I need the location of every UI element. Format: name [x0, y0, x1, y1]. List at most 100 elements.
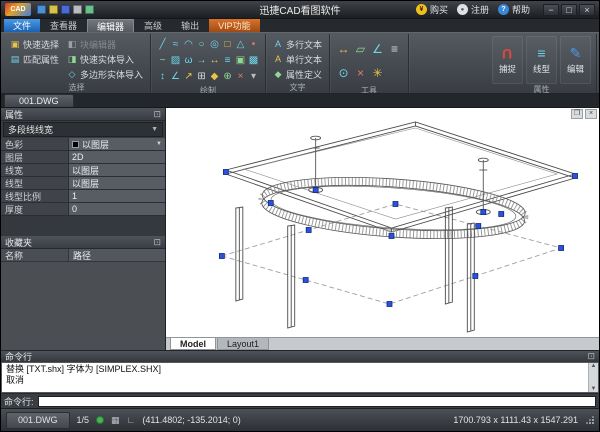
multiline-icon[interactable]: ≡	[221, 53, 234, 69]
quick-select-button[interactable]: ▣快速选择	[8, 37, 61, 51]
command-history-lines: 替换 [TXT.shx] 字体为 [SIMPLEX.SHX]取消	[2, 363, 588, 392]
tab-viewer[interactable]: 查看器	[41, 19, 86, 32]
register-button[interactable]: ● 注册	[457, 3, 489, 16]
entity-type-dropdown[interactable]: 多段线线宽 ▼	[3, 122, 163, 137]
tab-file[interactable]: 文件	[4, 19, 40, 32]
single-text-button[interactable]: A单行文本	[271, 52, 324, 66]
minimize-button[interactable]: −	[543, 4, 559, 16]
polygon-entity-import-button-label: 多边形实体导入	[80, 68, 143, 81]
leader-icon[interactable]: ↗	[182, 69, 195, 85]
measure-area-icon[interactable]: ▱	[352, 37, 369, 61]
point-icon[interactable]: •	[247, 37, 260, 53]
undo-icon[interactable]	[85, 5, 94, 14]
measure-distance-icon[interactable]: ↔	[335, 37, 352, 61]
mtext-icon: A	[273, 39, 283, 49]
property-row: 线宽以图层	[1, 164, 165, 177]
close-button[interactable]: ×	[579, 4, 595, 16]
maximize-button[interactable]: □	[561, 4, 577, 16]
close-doc-window-icon[interactable]: ×	[585, 109, 597, 119]
document-tab[interactable]: 001.DWG	[4, 94, 74, 107]
pin-icon[interactable]: ⊡	[153, 109, 161, 120]
attribute-define-button[interactable]: ◆属性定义	[271, 67, 324, 81]
wipeout-icon[interactable]: ▩	[247, 53, 260, 69]
property-value[interactable]: 以图层	[69, 177, 165, 189]
edit-button-label: 编辑	[567, 63, 584, 75]
construction-line-icon[interactable]: ↔	[208, 53, 221, 69]
resize-grip[interactable]	[586, 416, 594, 424]
measure-angle-icon[interactable]: ∠	[369, 37, 386, 61]
command-prompt-label: 命令行:	[4, 395, 34, 408]
edit-button[interactable]: ✎编辑	[560, 36, 591, 84]
dim-linear-icon[interactable]: ↕	[156, 69, 169, 85]
donut-icon[interactable]: ◎	[208, 37, 221, 53]
property-value[interactable]: 以图层	[69, 164, 165, 176]
new-icon[interactable]	[37, 5, 46, 14]
polygon-entity-import-button[interactable]: ◇多边形实体导入	[65, 67, 145, 81]
list-icon[interactable]: ≡	[386, 37, 403, 61]
property-value-text: 以图层	[72, 164, 99, 177]
block-icon[interactable]: ◆	[208, 69, 221, 85]
save-icon[interactable]	[61, 5, 70, 14]
buy-button[interactable]: ¥ 购买	[416, 3, 448, 16]
tab-editor[interactable]: 编辑器	[87, 19, 134, 32]
grid-toggle-icon[interactable]: ▦	[111, 415, 120, 426]
delete-icon[interactable]: ×	[352, 61, 369, 85]
id-point-icon[interactable]: ⊙	[335, 61, 352, 85]
arc-icon[interactable]: ◠	[182, 37, 195, 53]
quick-entity-import-button[interactable]: ◨快速实体导入	[65, 52, 145, 66]
property-value[interactable]: 0	[69, 203, 165, 215]
erase-icon[interactable]: ×	[234, 69, 247, 85]
mtext-button[interactable]: A多行文本	[271, 37, 324, 51]
tools-grid: ↔▱∠≡ ⊙×✳	[335, 35, 403, 85]
print-icon[interactable]	[73, 5, 82, 14]
statusbar-document-tab[interactable]: 001.DWG	[6, 412, 70, 429]
scroll-down-icon[interactable]: ▼	[591, 386, 597, 392]
revision-cloud-icon[interactable]: ω	[182, 53, 195, 69]
command-history-line: 取消	[6, 375, 584, 386]
tab-advanced[interactable]: 高级	[135, 19, 171, 32]
property-label: 图层	[1, 151, 69, 163]
command-input[interactable]	[38, 396, 596, 407]
region-icon[interactable]: ▣	[234, 53, 247, 69]
canvas-area: ❐ ×	[166, 108, 599, 350]
property-value[interactable]: 1	[69, 190, 165, 202]
pin-icon[interactable]: ⊡	[153, 237, 161, 248]
rectangle-icon[interactable]: □	[221, 37, 234, 53]
match-properties-button[interactable]: ▤匹配属性	[8, 52, 61, 66]
property-row: 线型比例1	[1, 190, 165, 203]
restore-doc-window-icon[interactable]: ❐	[571, 109, 583, 119]
polyline-icon[interactable]: ≈	[169, 37, 182, 53]
dim-angular-icon[interactable]: ∠	[169, 69, 182, 85]
chevron-down-icon[interactable]: ▼	[156, 141, 162, 147]
tab-output[interactable]: 输出	[172, 19, 208, 32]
property-value[interactable]: 2D	[69, 151, 165, 163]
favorites-item[interactable]: 路径	[69, 249, 165, 261]
explode-icon[interactable]: ✳	[369, 61, 386, 85]
linetype-button[interactable]: ≡线型	[526, 36, 557, 84]
scroll-up-icon[interactable]: ▲	[591, 363, 597, 369]
pin-icon[interactable]: ⊡	[587, 351, 595, 362]
tab-model[interactable]: Model	[170, 338, 216, 350]
circle-icon[interactable]: ○	[195, 37, 208, 53]
property-value[interactable]: 以图层▼	[69, 138, 165, 150]
command-scrollbar[interactable]: ▲ ▼	[588, 363, 598, 392]
spline-icon[interactable]: ~	[156, 53, 169, 69]
polygon-icon[interactable]: △	[234, 37, 247, 53]
table-icon[interactable]: ⊞	[195, 69, 208, 85]
drawing-canvas[interactable]: ❐ ×	[166, 108, 599, 337]
more-draw-icon[interactable]: ▾	[247, 69, 260, 85]
ray-icon[interactable]: →	[195, 53, 208, 69]
open-icon[interactable]	[49, 5, 58, 14]
table-wireframe-drawing[interactable]	[166, 108, 599, 337]
quick-entity-import-icon: ◨	[67, 54, 77, 65]
ortho-toggle-icon[interactable]: ∟	[127, 415, 136, 425]
insert-block-icon[interactable]: ⊕	[221, 69, 234, 85]
tab-layout1[interactable]: Layout1	[217, 338, 269, 350]
favorites-row: 名称 路径	[1, 249, 165, 262]
tab-vip[interactable]: VIP功能	[209, 19, 260, 32]
snap-button[interactable]: U捕捉	[492, 36, 523, 84]
help-button[interactable]: ? 帮助	[498, 3, 530, 16]
hatch-icon[interactable]: ▨	[169, 53, 182, 69]
line-icon[interactable]: ╱	[156, 37, 169, 53]
help-icon: ?	[498, 4, 509, 15]
